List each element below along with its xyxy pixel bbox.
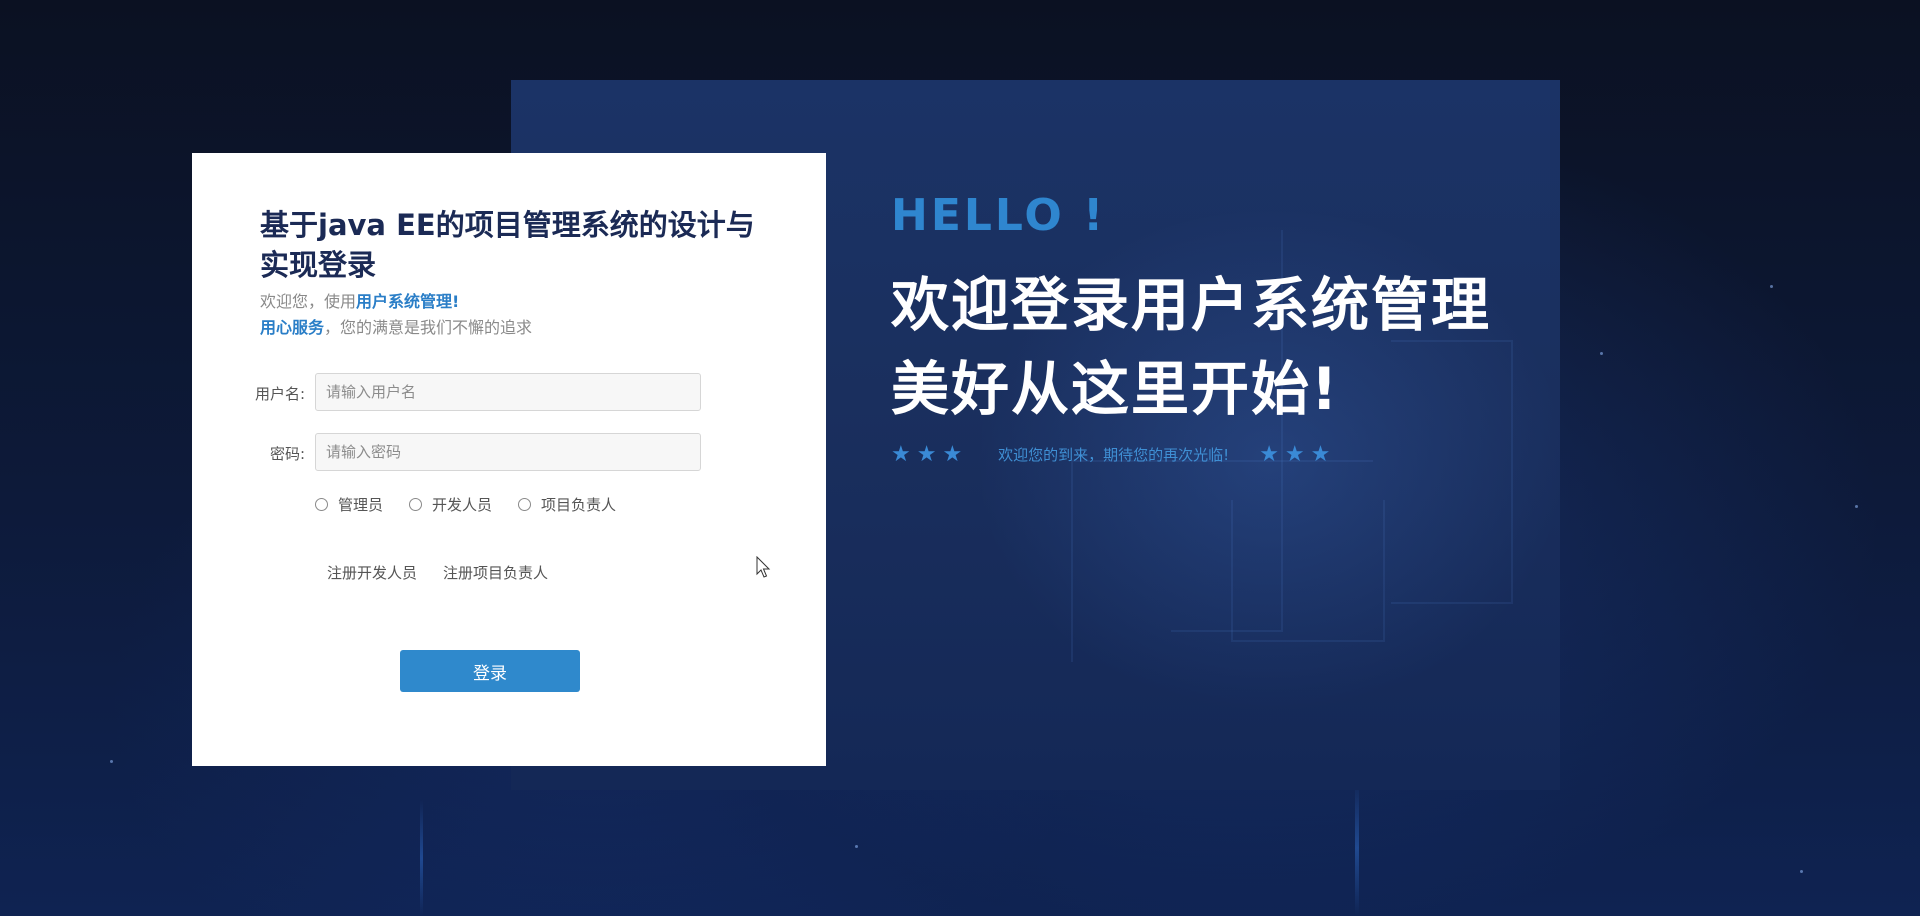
password-row: 密码: [192, 433, 826, 473]
welcome-highlight: 用户系统管理! [356, 292, 460, 311]
hero-tagline-row: ★★★ 欢迎您的到来，期待您的再次光临! ★★★ [891, 442, 1336, 467]
welcome-prefix: 欢迎您，使用 [260, 292, 357, 311]
role-option-project-manager[interactable]: 项目负责人 [518, 494, 616, 515]
role-radio-group: 管理员 开发人员 项目负责人 [315, 494, 642, 515]
username-label: 用户名: [254, 385, 305, 403]
background-star-dot [1800, 870, 1803, 873]
radio-button[interactable] [315, 498, 328, 511]
mouse-pointer-icon [756, 555, 772, 584]
login-card: 基于java EE的项目管理系统的设计与实现登录 欢迎您，使用用户系统管理! 用… [192, 153, 826, 766]
role-label: 项目负责人 [541, 496, 617, 514]
radio-button[interactable] [409, 498, 423, 511]
password-label: 密码: [269, 445, 305, 463]
hello-text: HELLO ! [891, 190, 1107, 241]
background-star-dot [1855, 505, 1858, 508]
background-star-dot [110, 760, 113, 763]
hero-headline-line1: 欢迎登录用户系统管理 [891, 271, 1492, 339]
page-title: 基于java EE的项目管理系统的设计与实现登录 [260, 208, 755, 282]
username-input[interactable] [315, 373, 701, 411]
register-links: 注册开发人员 注册项目负责人 [327, 562, 574, 583]
password-input[interactable] [315, 433, 701, 471]
background-light-streak [420, 800, 423, 916]
role-label: 管理员 [338, 496, 384, 514]
star-icon: ★★★ [891, 442, 969, 467]
register-manager-link[interactable]: 注册项目负责人 [443, 562, 548, 583]
circuit-decoration [1231, 500, 1385, 642]
background-light-streak [1355, 780, 1359, 916]
welcome-line-1: 欢迎您，使用用户系统管理! [260, 289, 532, 315]
service-highlight: 用心服务 [260, 318, 325, 337]
welcome-message: 欢迎您，使用用户系统管理! 用心服务，您的满意是我们不懈的追求 [260, 289, 532, 341]
role-option-admin[interactable]: 管理员 [315, 494, 383, 515]
role-option-developer[interactable]: 开发人员 [409, 494, 492, 515]
hero-tagline: 欢迎您的到来，期待您的再次光临! [998, 446, 1230, 464]
username-row: 用户名: [192, 373, 826, 413]
register-developer-link[interactable]: 注册开发人员 [327, 562, 417, 583]
star-icon: ★★★ [1259, 442, 1337, 467]
background-star-dot [1600, 352, 1603, 355]
role-label: 开发人员 [432, 496, 493, 514]
radio-button[interactable] [518, 498, 532, 511]
background-star-dot [1770, 285, 1773, 288]
background-star-dot [855, 845, 858, 848]
welcome-line-2: 用心服务，您的满意是我们不懈的追求 [260, 315, 532, 341]
circuit-decoration [1391, 340, 1513, 604]
login-button[interactable]: 登录 [400, 650, 580, 692]
hero-headline-line2: 美好从这里开始! [891, 355, 1340, 423]
welcome-suffix: ，您的满意是我们不懈的追求 [324, 318, 533, 337]
